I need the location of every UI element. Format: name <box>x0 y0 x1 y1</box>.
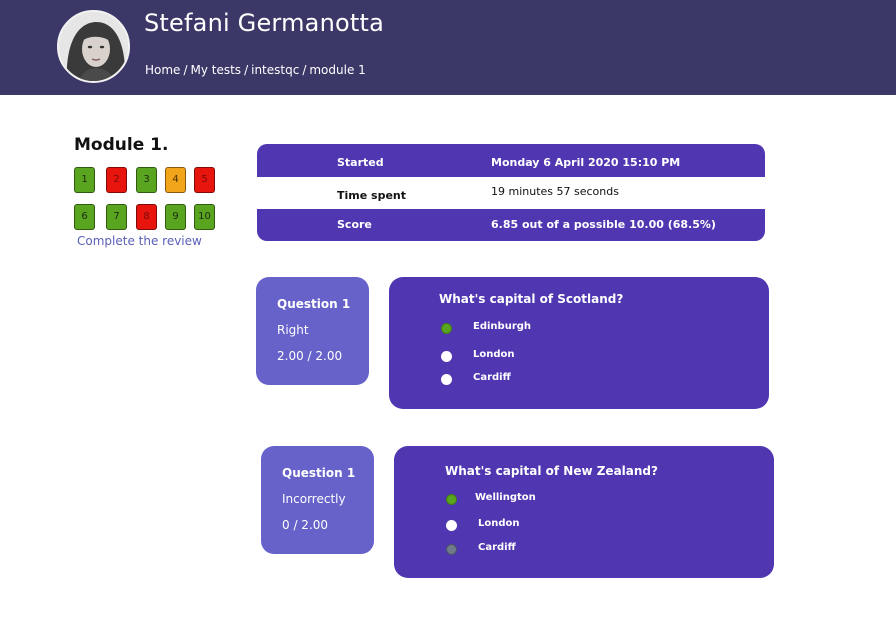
user-portrait-icon <box>59 12 128 81</box>
summary-row-time-spent: Time spent 19 minutes 57 seconds <box>257 177 765 209</box>
breadcrumb-home-link[interactable]: Home <box>145 63 180 77</box>
option-label: London <box>478 518 520 529</box>
question-nav-10[interactable]: 10 <box>194 204 215 230</box>
attempt-summary-table: Started Monday 6 April 2020 15:10 PM Tim… <box>257 144 765 241</box>
question-text: What's capital of New Zealand? <box>445 464 658 478</box>
correct-radio-icon <box>446 494 457 505</box>
breadcrumb: Home / My tests / intestqc / module 1 <box>145 63 366 77</box>
option-label: London <box>473 349 515 360</box>
option-label: Cardiff <box>478 542 516 553</box>
summary-label: Score <box>337 218 372 231</box>
option-label: Edinburgh <box>473 321 532 332</box>
summary-value: Monday 6 April 2020 15:10 PM <box>491 156 681 169</box>
summary-value: 6.85 out of a possible 10.00 (68.5%) <box>491 218 716 231</box>
summary-value: 19 minutes 57 seconds <box>491 185 619 198</box>
question-score: 0 / 2.00 <box>282 518 329 532</box>
question-text: What's capital of Scotland? <box>439 292 624 306</box>
question-nav-3[interactable]: 3 <box>136 167 157 193</box>
question-result-card: Question 1 Incorrectly 0 / 2.00 <box>261 446 374 554</box>
wrong-selected-radio-icon <box>446 544 457 555</box>
answer-card: What's capital of Scotland? Edinburgh Lo… <box>389 277 769 409</box>
question-nav-7[interactable]: 7 <box>106 204 127 230</box>
option-label: Wellington <box>475 492 536 503</box>
header-bar: Stefani Germanotta Home / My tests / intestq… <box>0 0 896 95</box>
question-nav-2[interactable]: 2 <box>106 167 127 193</box>
question-score: 2.00 / 2.00 <box>277 349 343 363</box>
question-title: Question 1 <box>277 297 351 311</box>
question-nav-6[interactable]: 6 <box>74 204 95 230</box>
breadcrumb-test-link[interactable]: intestqc <box>251 63 299 77</box>
breadcrumb-separator: / <box>244 63 249 77</box>
option-label: Cardiff <box>473 372 511 383</box>
radio-icon <box>441 374 452 385</box>
question-nav-1[interactable]: 1 <box>74 167 95 193</box>
breadcrumb-my-tests-link[interactable]: My tests <box>190 63 241 77</box>
summary-row-score: Score 6.85 out of a possible 10.00 (68.5… <box>257 209 765 241</box>
question-title: Question 1 <box>282 466 356 480</box>
radio-icon <box>441 351 452 362</box>
breadcrumb-separator: / <box>183 63 188 77</box>
question-status: Incorrectly <box>282 492 346 506</box>
summary-label: Time spent <box>337 189 406 202</box>
breadcrumb-current-module: module 1 <box>309 63 366 77</box>
correct-radio-icon <box>441 323 452 334</box>
question-nav-8[interactable]: 8 <box>136 204 157 230</box>
question-result-card: Question 1 Right 2.00 / 2.00 <box>256 277 369 385</box>
question-nav-4[interactable]: 4 <box>165 167 186 193</box>
question-status: Right <box>277 323 309 337</box>
radio-icon <box>446 520 457 531</box>
question-nav-5[interactable]: 5 <box>194 167 215 193</box>
module-title: Module 1. <box>74 135 169 155</box>
user-name: Stefani Germanotta <box>144 9 384 37</box>
summary-label: Started <box>337 156 384 169</box>
answer-card: What's capital of New Zealand? Wellingto… <box>394 446 774 578</box>
breadcrumb-separator: / <box>302 63 307 77</box>
summary-row-started: Started Monday 6 April 2020 15:10 PM <box>257 144 765 177</box>
avatar[interactable] <box>57 10 130 83</box>
question-nav-9[interactable]: 9 <box>165 204 186 230</box>
complete-review-link[interactable]: Complete the review <box>77 234 202 248</box>
